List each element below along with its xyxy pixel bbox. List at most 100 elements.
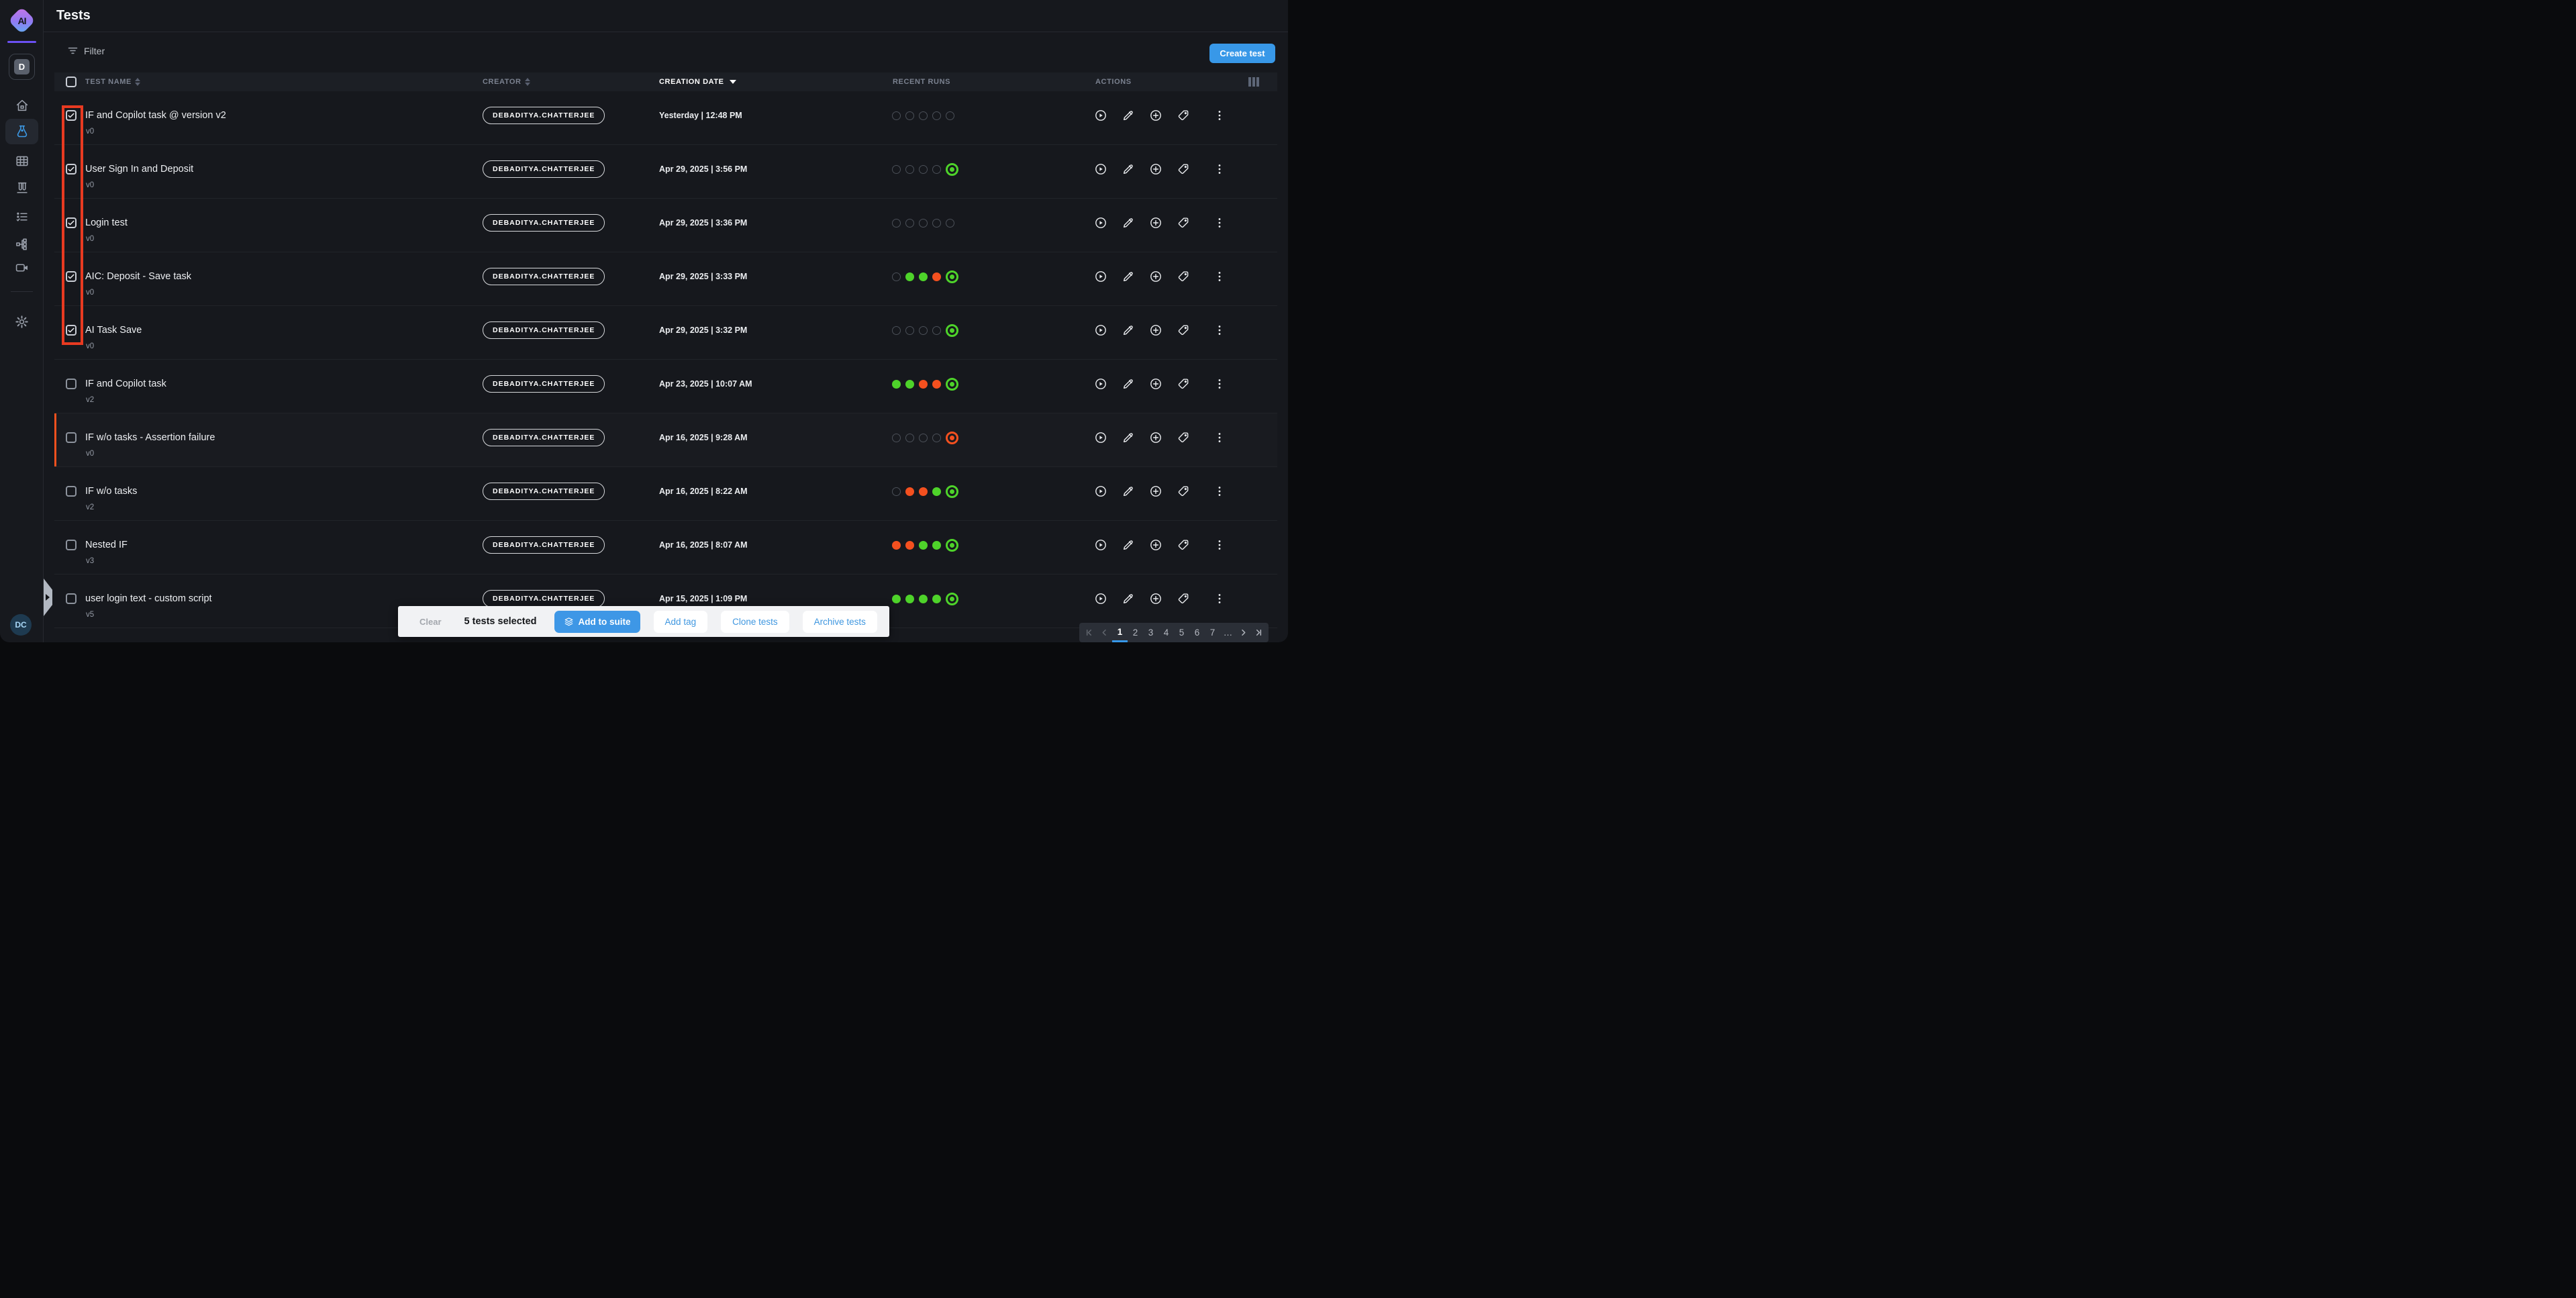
edit-test-button[interactable] <box>1122 592 1135 605</box>
more-options-button[interactable] <box>1213 109 1226 122</box>
run-status-dot-fail[interactable] <box>919 380 928 389</box>
clear-selection-button[interactable]: Clear <box>419 617 442 627</box>
table-row[interactable]: User Sign In and Depositv0DEBADITYA.CHAT… <box>54 145 1277 199</box>
run-status-dot-pass-latest[interactable] <box>946 539 958 552</box>
test-name[interactable]: IF and Copilot task @ version v2 <box>85 110 226 121</box>
run-status-dot-fail[interactable] <box>932 380 941 389</box>
run-status-dot-none[interactable] <box>892 272 901 281</box>
run-test-button[interactable] <box>1094 431 1107 444</box>
more-options-button[interactable] <box>1213 431 1226 444</box>
sidebar-item-camera[interactable] <box>0 256 44 280</box>
more-options-button[interactable] <box>1213 270 1226 283</box>
pagination-next[interactable] <box>1236 623 1251 642</box>
add-to-button[interactable] <box>1149 377 1162 391</box>
run-status-dot-none[interactable] <box>932 219 941 228</box>
row-checkbox[interactable] <box>66 432 77 443</box>
sidebar-expand-handle[interactable] <box>44 579 52 616</box>
pagination-page-7[interactable]: 7 <box>1205 623 1220 642</box>
run-status-dot-fail[interactable] <box>905 541 914 550</box>
test-name[interactable]: IF and Copilot task <box>85 379 166 390</box>
tag-test-button[interactable] <box>1177 270 1190 283</box>
edit-test-button[interactable] <box>1122 216 1135 230</box>
run-status-dot-none[interactable] <box>892 434 901 442</box>
workspace-switcher[interactable]: D <box>9 54 35 80</box>
row-checkbox[interactable] <box>66 217 77 228</box>
run-status-dot-pass-latest[interactable] <box>946 270 958 283</box>
pagination-page-4[interactable]: 4 <box>1158 623 1174 642</box>
row-checkbox[interactable] <box>66 486 77 497</box>
add-to-button[interactable] <box>1149 270 1162 283</box>
run-test-button[interactable] <box>1094 592 1107 605</box>
test-name[interactable]: Nested IF <box>85 540 128 551</box>
run-status-dot-none[interactable] <box>892 165 901 174</box>
edit-test-button[interactable] <box>1122 431 1135 444</box>
column-header-creator[interactable]: CREATOR <box>483 72 530 91</box>
edit-test-button[interactable] <box>1122 162 1135 176</box>
pagination-page-6[interactable]: 6 <box>1189 623 1205 642</box>
run-status-dot-none[interactable] <box>919 326 928 335</box>
table-row[interactable]: IF and Copilot taskv2DEBADITYA.CHATTERJE… <box>54 360 1277 413</box>
edit-test-button[interactable] <box>1122 323 1135 337</box>
test-name[interactable]: Login test <box>85 217 128 229</box>
row-checkbox[interactable] <box>66 164 77 174</box>
add-to-button[interactable] <box>1149 216 1162 230</box>
run-status-dot-pass[interactable] <box>919 541 928 550</box>
run-status-dot-fail[interactable] <box>905 487 914 496</box>
test-name[interactable]: User Sign In and Deposit <box>85 164 193 175</box>
tag-test-button[interactable] <box>1177 216 1190 230</box>
clone-tests-button[interactable]: Clone tests <box>721 611 789 633</box>
run-status-dot-none[interactable] <box>892 111 901 120</box>
tag-test-button[interactable] <box>1177 323 1190 337</box>
app-logo[interactable]: AI <box>11 9 33 32</box>
select-all-checkbox[interactable] <box>66 77 77 87</box>
run-status-dot-pass[interactable] <box>905 272 914 281</box>
run-status-dot-none[interactable] <box>932 434 941 442</box>
run-status-dot-pass[interactable] <box>932 541 941 550</box>
run-status-dot-none[interactable] <box>919 165 928 174</box>
more-options-button[interactable] <box>1213 162 1226 176</box>
run-test-button[interactable] <box>1094 485 1107 498</box>
table-row[interactable]: IF w/o tasks - Assertion failurev0DEBADI… <box>54 413 1277 467</box>
column-header-creation-date[interactable]: CREATION DATE <box>659 72 736 91</box>
edit-test-button[interactable] <box>1122 109 1135 122</box>
add-to-button[interactable] <box>1149 538 1162 552</box>
run-status-dot-none[interactable] <box>946 111 954 120</box>
row-checkbox[interactable] <box>66 593 77 604</box>
row-checkbox[interactable] <box>66 325 77 336</box>
run-status-dot-none[interactable] <box>919 111 928 120</box>
add-to-button[interactable] <box>1149 162 1162 176</box>
column-settings-icon[interactable] <box>1248 77 1259 87</box>
tag-test-button[interactable] <box>1177 485 1190 498</box>
run-status-dot-pass-latest[interactable] <box>946 593 958 605</box>
add-to-suite-button[interactable]: Add to suite <box>554 611 640 633</box>
table-row[interactable]: AI Task Savev0DEBADITYA.CHATTERJEEApr 29… <box>54 306 1277 360</box>
run-status-dot-pass-latest[interactable] <box>946 163 958 176</box>
run-test-button[interactable] <box>1094 270 1107 283</box>
pagination-ellipsis[interactable]: … <box>1220 623 1236 642</box>
add-tag-button[interactable]: Add tag <box>654 611 708 633</box>
test-name[interactable]: user login text - custom script <box>85 593 212 605</box>
run-status-dot-none[interactable] <box>905 326 914 335</box>
row-checkbox[interactable] <box>66 379 77 389</box>
edit-test-button[interactable] <box>1122 485 1135 498</box>
row-checkbox[interactable] <box>66 110 77 121</box>
add-to-button[interactable] <box>1149 485 1162 498</box>
run-status-dot-none[interactable] <box>946 219 954 228</box>
run-status-dot-pass-latest[interactable] <box>946 485 958 498</box>
run-test-button[interactable] <box>1094 323 1107 337</box>
table-row[interactable]: Login testv0DEBADITYA.CHATTERJEEApr 29, … <box>54 199 1277 252</box>
column-header-test-name[interactable]: TEST NAME <box>85 72 140 91</box>
filter-button[interactable]: Filter <box>67 45 105 56</box>
run-status-dot-none[interactable] <box>919 219 928 228</box>
tag-test-button[interactable] <box>1177 377 1190 391</box>
tag-test-button[interactable] <box>1177 592 1190 605</box>
create-test-button[interactable]: Create test <box>1209 44 1275 63</box>
test-name[interactable]: AI Task Save <box>85 325 142 336</box>
more-options-button[interactable] <box>1213 216 1226 230</box>
run-status-dot-none[interactable] <box>932 326 941 335</box>
row-checkbox[interactable] <box>66 540 77 550</box>
run-status-dot-pass[interactable] <box>905 595 914 603</box>
run-status-dot-pass[interactable] <box>919 272 928 281</box>
run-status-dot-pass[interactable] <box>932 487 941 496</box>
run-status-dot-pass[interactable] <box>892 380 901 389</box>
